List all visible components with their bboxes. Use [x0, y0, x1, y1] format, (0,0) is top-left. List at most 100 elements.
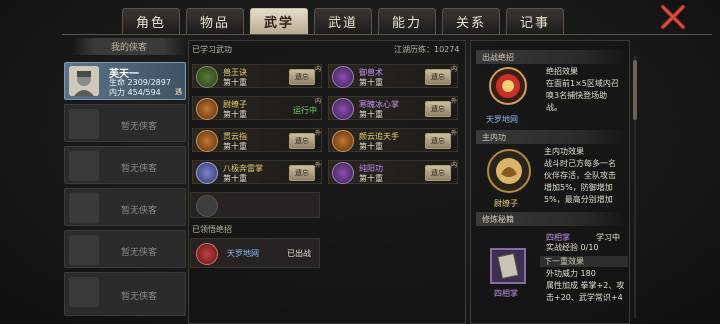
top-tabs: 角色 物品 武学 武道 能力 关系 记事 [122, 8, 564, 36]
skill-level: 第十重 [223, 174, 247, 183]
hero-card-selected[interactable]: 芙天一 生命 2309/2897 内力 454/594 遇 [64, 62, 186, 100]
skill-slot[interactable]: 御兽术 第十重 遗忘 内 [328, 64, 458, 88]
beast-king-icon [196, 66, 218, 88]
unique-move-name: 天罗地网 [227, 249, 259, 258]
forget-button[interactable]: 遗忘 [425, 165, 451, 181]
battle-effect-title: 绝招效果 [546, 67, 578, 76]
empty-avatar [69, 109, 99, 139]
weiliaozi-icon [196, 98, 218, 120]
empty-slot-label: 暂无侠客 [121, 248, 158, 258]
training-exp: 实战经验 0/10 [546, 243, 599, 252]
pure-yang-icon [332, 162, 354, 184]
internal-art-name: 尉缭子 [494, 199, 518, 208]
skill-slot[interactable]: 贯云指 第十重 遗忘 外 [192, 128, 322, 152]
beast-taming-icon [332, 66, 354, 88]
internal-effect-line: 增加5%，防御增加 [544, 183, 613, 192]
empty-slot-label: 暂无侠客 [121, 292, 158, 302]
tab-martial-arts[interactable]: 武学 [250, 8, 308, 34]
close-icon[interactable] [658, 2, 688, 32]
skill-type-flag: 内 [314, 98, 321, 105]
forget-button[interactable]: 遗忘 [289, 165, 315, 181]
book-name: 四相掌 [494, 289, 518, 298]
forget-button[interactable]: 遗忘 [425, 69, 451, 85]
skill-slot[interactable]: 尉缭子 第十重 运行中 内 [192, 96, 322, 120]
tab-journal[interactable]: 记事 [506, 8, 564, 34]
skill-level: 第十重 [359, 174, 383, 183]
skill-slot[interactable]: 纯阳功 第十重 遗忘 内 [328, 160, 458, 184]
tab-items[interactable]: 物品 [186, 8, 244, 34]
unique-moves-title: 已领悟绝招 [192, 225, 232, 234]
battle-effect-line: 唤3名捕快登场助 [546, 91, 608, 100]
empty-slot-label: 暂无侠客 [121, 164, 158, 174]
skill-type-flag: 内 [450, 162, 457, 169]
tab-divider [62, 34, 712, 35]
running-status: 运行中 [293, 106, 317, 115]
skill-slot[interactable]: 寒魄冰心掌 第十重 遗忘 外 [328, 96, 458, 120]
skill-level: 第十重 [223, 78, 247, 87]
empty-avatar [69, 235, 99, 265]
skill-type-flag: 内 [450, 66, 457, 73]
unique-move-status: 已出战 [287, 249, 311, 258]
sky-hand-icon [332, 130, 354, 152]
hero-slot-empty[interactable]: 暂无侠客 [64, 230, 186, 268]
book-icon [490, 248, 526, 284]
cloud-finger-icon [196, 130, 218, 152]
internal-art-header: 主内功 [476, 130, 626, 144]
empty-skill-slot[interactable] [190, 192, 320, 218]
skill-slot[interactable]: 颜云追天手 第十重 遗忘 外 [328, 128, 458, 152]
tab-martial-path[interactable]: 武道 [314, 8, 372, 34]
skill-level: 第十重 [359, 78, 383, 87]
empty-avatar [69, 277, 99, 307]
battle-effect-line: 战。 [546, 103, 562, 112]
empty-avatar [69, 151, 99, 181]
sky-net-icon [196, 243, 218, 265]
empty-slot-label: 暂无侠客 [121, 122, 158, 132]
tab-character[interactable]: 角色 [122, 8, 180, 34]
training-effect-line: 属性加成 拳掌+2、攻 [546, 281, 625, 290]
tab-relations[interactable]: 关系 [442, 8, 500, 34]
scrollbar-thumb[interactable] [633, 60, 637, 120]
skill-type-flag: 外 [450, 130, 457, 137]
skill-type-flag: 外 [314, 162, 321, 169]
internal-effect-line: 伙伴存活，全队攻击 [544, 171, 616, 180]
unique-move-item[interactable]: 天罗地网 已出战 [190, 238, 320, 268]
forget-button[interactable]: 遗忘 [289, 69, 315, 85]
weiliaozi-emblem-icon [486, 148, 532, 194]
hero-slot-empty[interactable]: 暂无侠客 [64, 104, 186, 142]
experience-counter: 江湖历练：10274 [394, 45, 460, 54]
internal-effect-line: 5%，最高分别增加 [544, 195, 613, 204]
hero-tag: 遇 [175, 88, 182, 96]
forget-button[interactable]: 遗忘 [425, 101, 451, 117]
skill-slot[interactable]: 兽王诀 第十重 遗忘 内 [192, 64, 322, 88]
skill-level: 第十重 [359, 142, 383, 151]
next-level-header: 下一重效果 [540, 256, 628, 267]
internal-effect-line: 战斗时己方每多一名 [544, 159, 616, 168]
hero-slot-empty[interactable]: 暂无侠客 [64, 272, 186, 316]
skill-level: 第十重 [359, 110, 383, 119]
empty-avatar [69, 193, 99, 223]
hero-slot-empty[interactable]: 暂无侠客 [64, 188, 186, 226]
battle-move-name: 天罗地网 [486, 115, 518, 124]
training-effect-line: 击+20、武学常识+4 [546, 293, 623, 302]
skill-type-flag: 外 [450, 98, 457, 105]
avatar [69, 66, 99, 96]
hero-list-header: 我的侠客 [72, 38, 186, 55]
skill-level: 第十重 [223, 110, 247, 119]
training-effect-line: 外功威力 180 [546, 269, 596, 278]
training-status: 学习中 [596, 233, 620, 242]
tab-abilities[interactable]: 能力 [378, 8, 436, 34]
forget-button[interactable]: 遗忘 [425, 133, 451, 149]
hero-mp: 内力 454/594 [109, 88, 161, 97]
hero-slot-empty[interactable]: 暂无侠客 [64, 146, 186, 184]
sky-net-emblem-icon [488, 66, 528, 106]
empty-circle-icon [196, 195, 218, 217]
skill-slot[interactable]: 八极奔雷掌 第十重 遗忘 外 [192, 160, 322, 184]
learned-skills-title: 已学习武功 [192, 45, 232, 54]
battle-effect-line: 在面前1×5区域内召 [546, 79, 619, 88]
ice-palm-icon [332, 98, 354, 120]
skill-type-flag: 内 [314, 66, 321, 73]
forget-button[interactable]: 遗忘 [289, 133, 315, 149]
thunder-palm-icon [196, 162, 218, 184]
internal-effect-title: 主内功效果 [544, 147, 584, 156]
battle-move-header: 出战绝招 [476, 50, 626, 64]
